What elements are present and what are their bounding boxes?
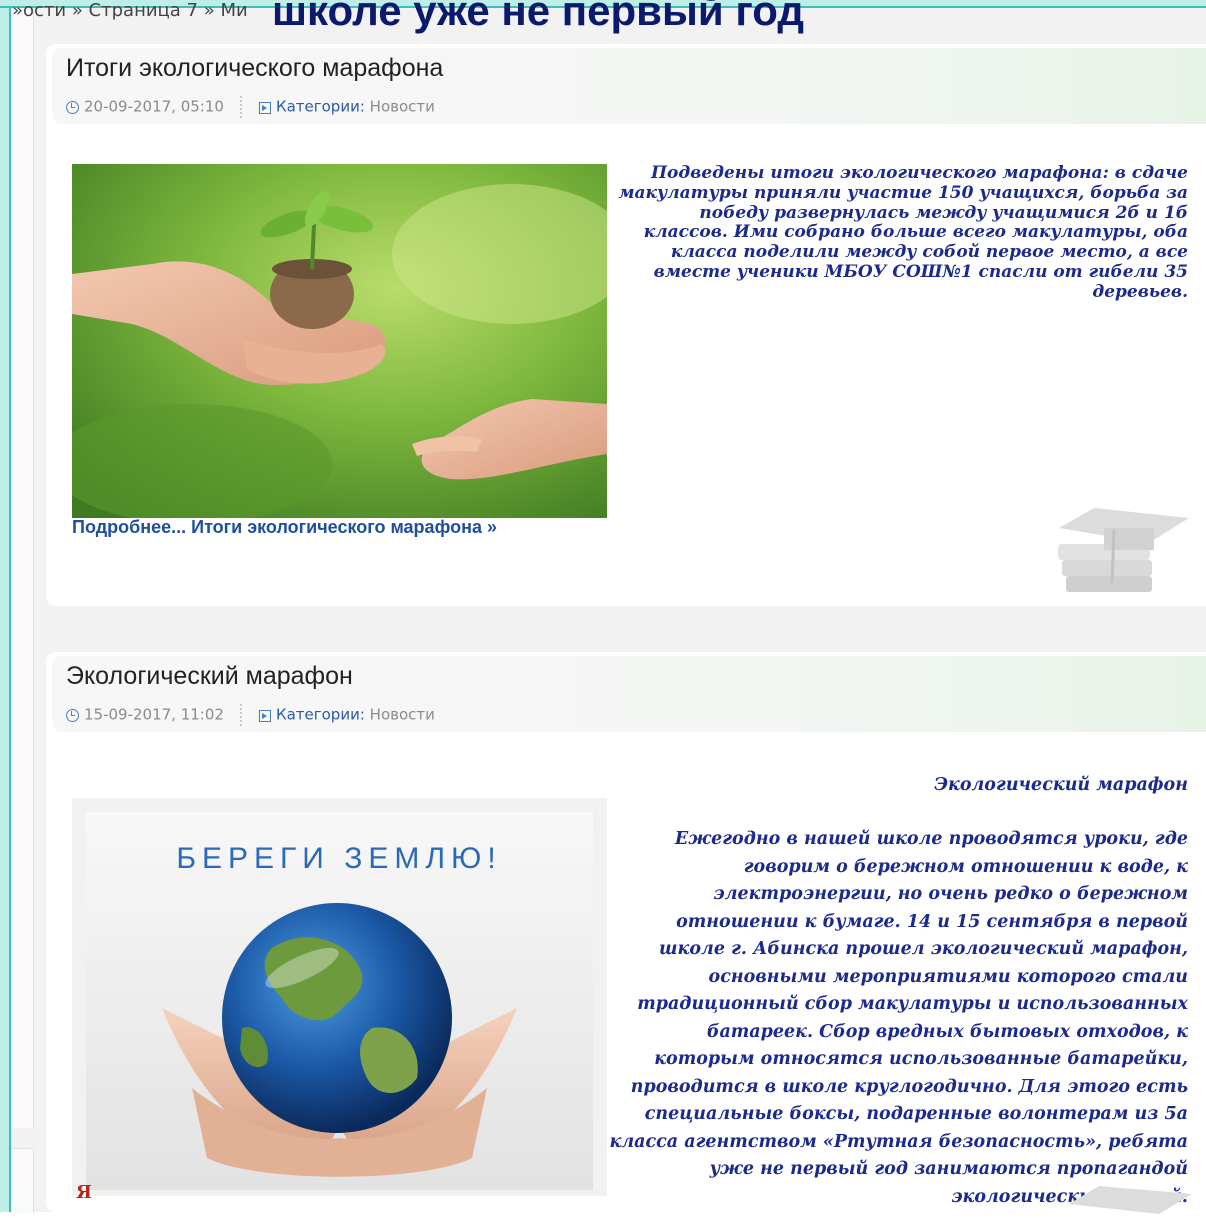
post-excerpt: Подведены итоги экологического марафона:… bbox=[618, 163, 1188, 302]
category-label: Категории: bbox=[275, 97, 365, 116]
post-title[interactable]: Экологический марафон bbox=[66, 660, 353, 692]
category-icon bbox=[258, 101, 271, 114]
left-sidebar-strip bbox=[11, 8, 34, 1128]
poster-headline: БЕРЕГИ ЗЕМЛЮ! bbox=[176, 842, 501, 875]
post-meta: 20-09-2017, 05:10 Категории: Новости bbox=[66, 96, 435, 118]
clock-icon bbox=[66, 708, 79, 722]
category-link[interactable]: Новости bbox=[370, 706, 435, 724]
category-label: Категории: bbox=[275, 705, 365, 724]
graduation-books-icon bbox=[1064, 1174, 1194, 1218]
slide-frame-left bbox=[0, 0, 11, 1212]
news-card-header: Экологический марафон 15-09-2017, 11:02 К… bbox=[52, 656, 1206, 732]
post-excerpt: Ежегодно в нашей школе проводятся уроки,… bbox=[609, 829, 1189, 1207]
seedling-hands-photo[interactable] bbox=[72, 164, 607, 518]
read-more-link[interactable]: Подробнее... Итоги экологического марафо… bbox=[72, 517, 497, 538]
post-meta: 15-09-2017, 11:02 Категории: Новости bbox=[66, 704, 435, 726]
earth-in-hands-photo[interactable]: БЕРЕГИ ЗЕМЛЮ! bbox=[72, 798, 607, 1196]
meta-divider bbox=[239, 704, 243, 726]
left-sidebar-strip-lower bbox=[11, 1148, 34, 1213]
category-icon bbox=[258, 709, 271, 722]
post-heading: Экологический марафон bbox=[934, 775, 1188, 795]
slide-overlay-title: школе уже не первый год bbox=[272, 0, 805, 34]
post-date: 15-09-2017, 11:02 bbox=[84, 705, 224, 724]
news-card-1: Итоги экологического марафона 20-09-2017… bbox=[46, 44, 1206, 606]
graduation-books-icon bbox=[1054, 488, 1194, 612]
news-card-header: Итоги экологического марафона 20-09-2017… bbox=[52, 48, 1206, 124]
post-title[interactable]: Итоги экологического марафона bbox=[66, 52, 443, 84]
category-link[interactable]: Новости bbox=[370, 98, 435, 116]
post-date: 20-09-2017, 05:10 bbox=[84, 97, 224, 116]
meta-divider bbox=[239, 96, 243, 118]
news-card-2: Экологический марафон 15-09-2017, 11:02 К… bbox=[46, 652, 1206, 1214]
clock-icon bbox=[66, 100, 79, 114]
caption-fragment: Я bbox=[76, 1182, 92, 1203]
